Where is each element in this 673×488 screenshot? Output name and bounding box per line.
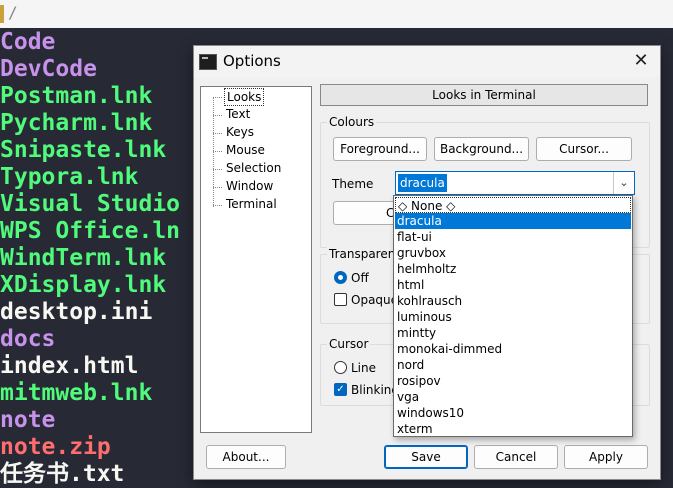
theme-combobox[interactable]: dracula ⌄ (395, 171, 635, 195)
tree-connector (213, 205, 222, 206)
transparency-off-label: Off (351, 271, 369, 285)
tree-connector (213, 151, 222, 152)
terminal-line: WPS Office.ln (0, 218, 181, 244)
terminal-line: docs (0, 326, 56, 352)
cursor-colour-button[interactable]: Cursor... (536, 137, 632, 161)
path-text: / (8, 3, 18, 22)
terminal-line: Pycharm.lnk (0, 110, 153, 136)
theme-option[interactable]: monokai-dimmed (395, 341, 631, 357)
terminal-line: 任务书.txt (0, 461, 125, 487)
theme-label: Theme (332, 177, 374, 191)
opaque-checkbox[interactable] (334, 293, 347, 306)
tree-connector (213, 97, 222, 98)
theme-option[interactable]: dracula (395, 213, 631, 229)
tree-connector (213, 97, 214, 207)
terminal-line: mitmweb.lnk (0, 380, 153, 406)
theme-option[interactable]: mintty (395, 325, 631, 341)
terminal-app-icon (199, 54, 217, 70)
blinking-checkbox[interactable]: ✓ (334, 383, 347, 396)
tree-item-terminal[interactable]: Terminal (224, 196, 279, 212)
blinking-label: Blinking (351, 383, 400, 397)
cursor-line-label: Line (351, 361, 377, 375)
theme-option[interactable]: rosipov (395, 373, 631, 389)
terminal-path-bar: / (0, 0, 673, 29)
tree-item-looks[interactable]: Looks (224, 88, 265, 106)
terminal-line: note.zip (0, 434, 111, 460)
options-category-tree[interactable]: Looks Text Keys Mouse Selection Window T… (200, 86, 312, 433)
tree-item-mouse[interactable]: Mouse (224, 142, 267, 158)
theme-option[interactable]: flat-ui (395, 229, 631, 245)
chevron-down-icon[interactable]: ⌄ (613, 172, 634, 194)
terminal-line: Visual Studio (0, 191, 181, 217)
save-button[interactable]: Save (384, 445, 468, 469)
theme-option[interactable]: vga (395, 389, 631, 405)
terminal-line: DevCode (0, 56, 97, 82)
tree-connector (213, 133, 222, 134)
tree-connector (213, 169, 222, 170)
theme-option[interactable]: gruvbox (395, 245, 631, 261)
tree-item-window[interactable]: Window (224, 178, 275, 194)
theme-value: dracula (398, 174, 447, 192)
tree-item-selection[interactable]: Selection (224, 160, 283, 176)
close-icon[interactable]: ✕ (630, 50, 652, 72)
opaque-label: Opaque (351, 293, 399, 307)
terminal-line: XDisplay.lnk (0, 272, 167, 298)
theme-dropdown-list[interactable]: ◇ None ◇ dracula flat-ui gruvbox helmholtz ht… (393, 195, 633, 437)
terminal-line: Postman.lnk (0, 83, 153, 109)
foreground-button[interactable]: Foreground... (333, 137, 427, 161)
about-button[interactable]: About... (206, 445, 286, 469)
tree-item-text[interactable]: Text (224, 106, 252, 122)
prompt-marker (0, 5, 4, 23)
transparency-group-label: Transparen (327, 247, 398, 261)
dialog-titlebar[interactable]: Options ✕ (194, 46, 660, 78)
theme-option[interactable]: helmholtz (395, 261, 631, 277)
apply-button[interactable]: Apply (564, 445, 648, 469)
theme-option[interactable]: windows10 (395, 405, 631, 421)
page-header: Looks in Terminal (320, 84, 648, 106)
theme-option[interactable]: nord (395, 357, 631, 373)
cancel-button[interactable]: Cancel (474, 445, 558, 469)
theme-option[interactable]: ◇ None ◇ (395, 197, 631, 213)
terminal-line: note (0, 407, 56, 433)
colours-group-label: Colours (327, 115, 377, 129)
tree-connector (213, 115, 222, 116)
terminal-line: Snipaste.lnk (0, 137, 167, 163)
terminal-line: desktop.ini (0, 299, 153, 325)
terminal-line: Code (0, 29, 56, 55)
theme-option[interactable]: luminous (395, 309, 631, 325)
cursor-line-radio[interactable] (334, 361, 347, 374)
tree-connector (213, 187, 222, 188)
background-button[interactable]: Background... (434, 137, 529, 161)
terminal-line: WindTerm.lnk (0, 245, 167, 271)
theme-option[interactable]: xterm (395, 421, 631, 437)
terminal-line: Typora.lnk (0, 164, 139, 190)
theme-option[interactable]: html (395, 277, 631, 293)
tree-item-keys[interactable]: Keys (224, 124, 256, 140)
dialog-title: Options (223, 52, 281, 70)
cursor-group-label: Cursor (327, 337, 371, 351)
terminal-line: index.html (0, 353, 139, 379)
theme-option[interactable]: kohlrausch (395, 293, 631, 309)
transparency-off-radio[interactable] (334, 271, 347, 284)
